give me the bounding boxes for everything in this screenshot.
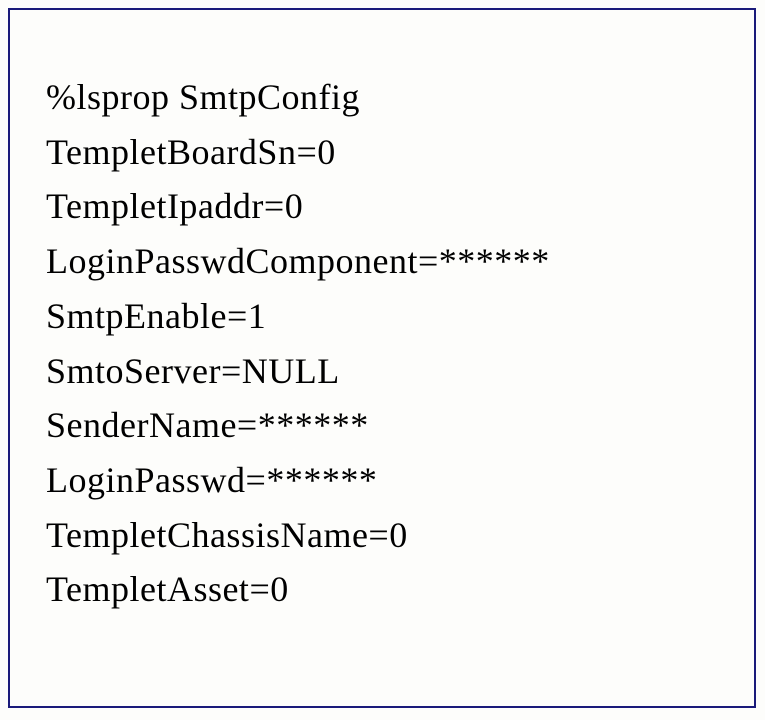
output-line: SenderName=******	[46, 398, 718, 453]
output-line: SmtoServer=NULL	[46, 344, 718, 399]
output-line: TempletBoardSn=0	[46, 125, 718, 180]
command-line: %lsprop SmtpConfig	[46, 70, 718, 125]
output-line: LoginPasswd=******	[46, 453, 718, 508]
output-line: LoginPasswdComponent=******	[46, 234, 718, 289]
output-line: TempletIpaddr=0	[46, 179, 718, 234]
output-line: SmtpEnable=1	[46, 289, 718, 344]
terminal-output-box: %lsprop SmtpConfig TempletBoardSn=0 Temp…	[8, 8, 756, 708]
output-line: TempletAsset=0	[46, 562, 718, 617]
output-line: TempletChassisName=0	[46, 508, 718, 563]
